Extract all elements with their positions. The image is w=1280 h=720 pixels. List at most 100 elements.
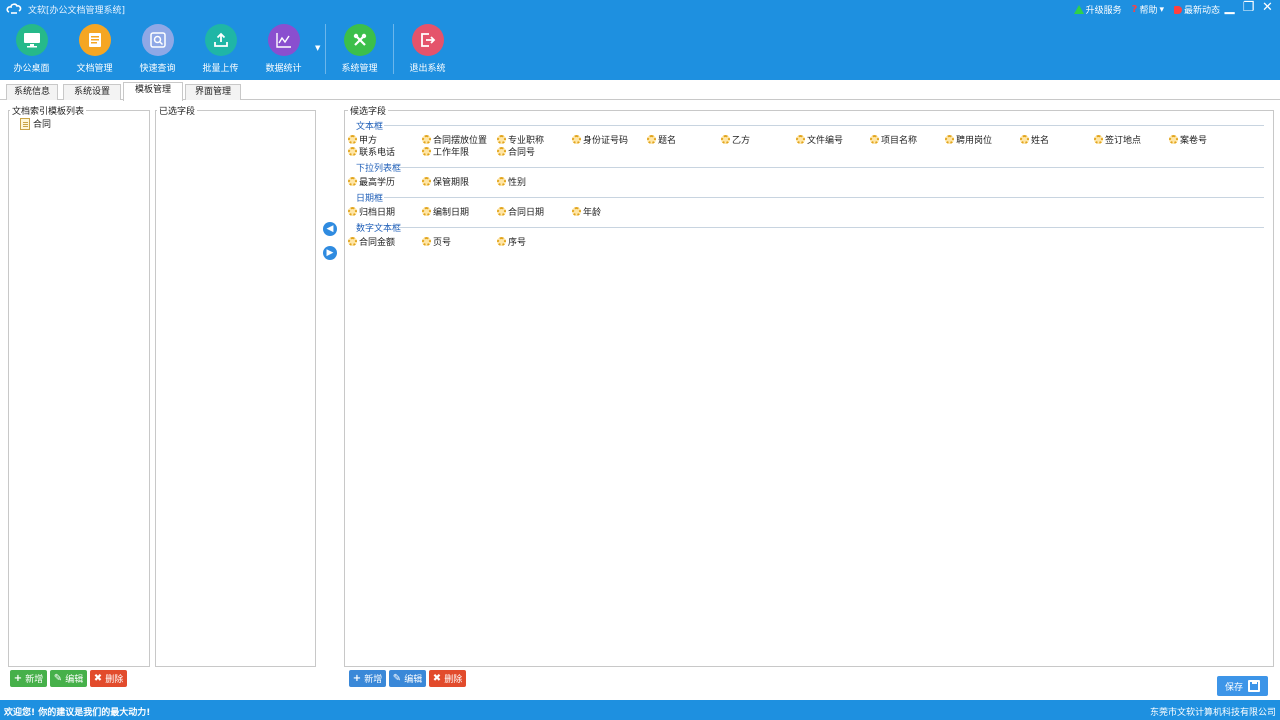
field-label: 归档日期: [359, 208, 396, 218]
field-item[interactable]: 聘用岗位: [945, 133, 992, 146]
floppy-disk-icon: [1248, 680, 1260, 692]
toolbar-separator: [393, 24, 394, 74]
pencil-icon: ✎: [53, 673, 63, 684]
add-field-button[interactable]: + 新增: [349, 670, 386, 687]
gear-icon: [348, 177, 357, 186]
field-item[interactable]: 性别: [497, 175, 526, 188]
news-link[interactable]: 最新动态: [1173, 3, 1220, 16]
delete-template-button[interactable]: ✖ 删除: [90, 670, 127, 687]
field-label: 签订地点: [1105, 136, 1142, 146]
upload-icon: [204, 24, 237, 56]
field-item[interactable]: 联系电话: [348, 145, 395, 158]
candidate-fields-panel: [344, 110, 1274, 667]
arrow-right-button[interactable]: ▶: [323, 246, 337, 260]
field-item[interactable]: 题名: [647, 133, 676, 146]
close-button[interactable]: ✕: [1261, 1, 1274, 15]
toolbar-label: 快速查询: [139, 64, 176, 74]
news-label: 最新动态: [1183, 6, 1220, 16]
app-logo-icon: [6, 3, 22, 14]
save-button[interactable]: 保存: [1217, 676, 1268, 696]
tab-system-settings[interactable]: 系统设置: [63, 84, 121, 100]
upgrade-icon: [1073, 5, 1084, 14]
group-header-number: 数字文本框: [356, 224, 402, 234]
toolbar-exit-button[interactable]: 退出系统: [396, 24, 459, 78]
chevron-down-icon[interactable]: ▼: [315, 24, 323, 78]
field-item[interactable]: 项目名称: [870, 133, 917, 146]
field-item[interactable]: 保管期限: [422, 175, 469, 188]
field-label: 合同金额: [359, 238, 396, 248]
toolbar-label: 退出系统: [409, 64, 446, 74]
tree-item-label: 合同: [33, 120, 52, 130]
exit-icon: [411, 24, 444, 56]
field-item[interactable]: 身份证号码: [572, 133, 628, 146]
tab-ui-management[interactable]: 界面管理: [185, 84, 241, 100]
delete-field-button[interactable]: ✖ 删除: [429, 670, 466, 687]
gear-icon: [497, 237, 506, 246]
tree-item-contract[interactable]: 合同: [20, 117, 51, 130]
toolbar-label: 批量上传: [202, 64, 239, 74]
field-item[interactable]: 序号: [497, 235, 526, 248]
toolbar-stats-button[interactable]: 数据统计: [252, 24, 315, 78]
field-item[interactable]: 文件编号: [796, 133, 843, 146]
field-item[interactable]: 工作年限: [422, 145, 469, 158]
selected-fields-panel[interactable]: [155, 110, 316, 667]
toolbar-system-button[interactable]: 系统管理: [328, 24, 391, 78]
candidate-fields-title: 候选字段: [348, 104, 389, 117]
gear-icon: [348, 237, 357, 246]
field-item[interactable]: 合同号: [497, 145, 535, 158]
field-item[interactable]: 乙方: [721, 133, 750, 146]
main-toolbar: 办公桌面 文档管理 快速查询 批量上传 数据统计 ▼ 系统管理 退出系统: [0, 24, 459, 78]
gear-icon: [348, 207, 357, 216]
gear-icon: [422, 237, 431, 246]
field-item[interactable]: 页号: [422, 235, 451, 248]
app-title: 文软[办公文档管理系统]: [28, 6, 126, 16]
toolbar-label: 数据统计: [265, 64, 302, 74]
field-item[interactable]: 编制日期: [422, 205, 469, 218]
gear-icon: [348, 147, 357, 156]
template-list-title: 文档索引模板列表: [10, 104, 87, 117]
toolbar-upload-button[interactable]: 批量上传: [189, 24, 252, 78]
upgrade-link[interactable]: 升级服务: [1073, 3, 1122, 16]
gear-icon: [497, 135, 506, 144]
edit-field-button[interactable]: ✎ 编辑: [389, 670, 426, 687]
gear-icon: [1094, 135, 1103, 144]
tab-system-info[interactable]: 系统信息: [6, 84, 58, 100]
restore-button[interactable]: ❐: [1242, 1, 1255, 15]
field-item[interactable]: 案卷号: [1169, 133, 1207, 146]
group-divider: [384, 197, 1264, 198]
field-label: 工作年限: [433, 148, 470, 158]
toolbar-desktop-button[interactable]: 办公桌面: [0, 24, 63, 78]
plus-icon: +: [13, 673, 23, 684]
field-item[interactable]: 姓名: [1020, 133, 1049, 146]
edit-template-button[interactable]: ✎ 编辑: [50, 670, 87, 687]
search-icon: [141, 24, 174, 56]
field-item[interactable]: 最高学历: [348, 175, 395, 188]
tab-template-management[interactable]: 模板管理: [123, 82, 183, 101]
toolbar-documents-button[interactable]: 文档管理: [63, 24, 126, 78]
group-header-dropdown: 下拉列表框: [356, 164, 402, 174]
field-label: 性别: [508, 178, 527, 188]
gear-icon: [497, 207, 506, 216]
field-item[interactable]: 签订地点: [1094, 133, 1141, 146]
field-item[interactable]: 合同日期: [497, 205, 544, 218]
minimize-button[interactable]: ▁: [1223, 1, 1236, 15]
title-bar: 文软[办公文档管理系统] 升级服务 ? 帮助 ▾ 最新动态 ▁ ❐ ✕: [0, 0, 1280, 18]
field-label: 保管期限: [433, 178, 470, 188]
field-item[interactable]: 合同金额: [348, 235, 395, 248]
help-link[interactable]: ? 帮助 ▾: [1132, 3, 1164, 16]
field-item[interactable]: 归档日期: [348, 205, 395, 218]
group-header-date: 日期框: [356, 194, 384, 204]
group-divider: [384, 125, 1264, 126]
gear-icon: [1020, 135, 1029, 144]
gear-icon: [422, 207, 431, 216]
status-bar: 欢迎您! 你的建议是我们的最大动力! 东莞市文软计算机科技有限公司: [0, 700, 1280, 720]
toolbar-search-button[interactable]: 快速查询: [126, 24, 189, 78]
field-item[interactable]: 年龄: [572, 205, 601, 218]
gear-icon: [721, 135, 730, 144]
arrow-left-button[interactable]: ◀: [323, 222, 337, 236]
help-label: 帮助: [1139, 6, 1158, 16]
tab-bar: 系统信息 系统设置 模板管理 界面管理: [0, 82, 1280, 101]
gear-icon: [422, 147, 431, 156]
group-divider: [398, 167, 1264, 168]
add-template-button[interactable]: + 新增: [10, 670, 47, 687]
